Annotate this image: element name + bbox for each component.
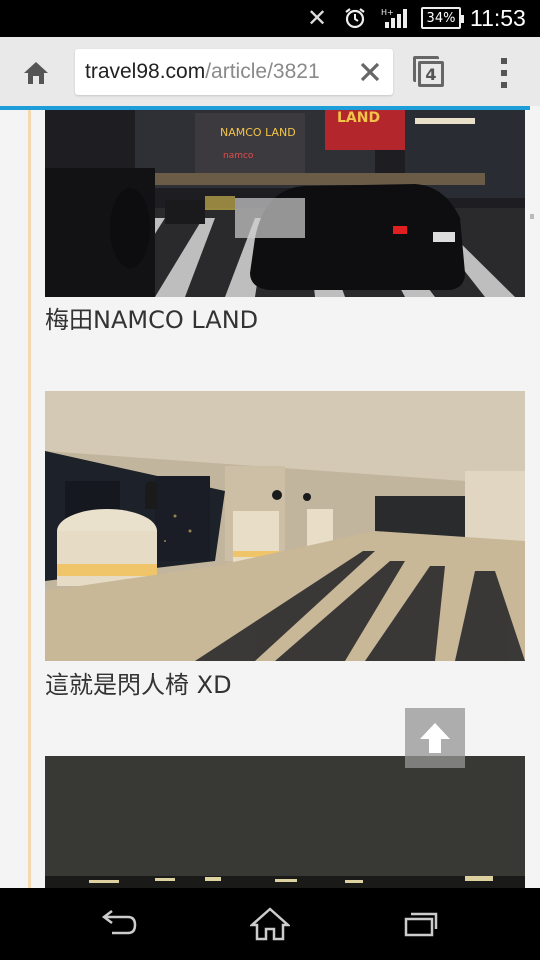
menu-dot-icon (501, 82, 507, 88)
svg-text:NAMCO LAND: NAMCO LAND (220, 126, 296, 139)
article-border (28, 110, 31, 888)
nfc-icon: ✕ (306, 4, 328, 32)
url-text[interactable]: travel98.com/article/3821 (85, 60, 320, 84)
scroll-to-top-button[interactable] (405, 708, 465, 768)
tab-count: 4 (418, 61, 444, 87)
url-path: /article/3821 (205, 60, 320, 83)
home-nav-button[interactable] (240, 904, 300, 944)
home-icon (24, 62, 48, 84)
recent-apps-button[interactable] (390, 904, 450, 944)
article-content[interactable]: LAND NAMCO LAND namco 梅田NAMCO LAND 這就是閃人… (0, 110, 540, 888)
battery-icon: 34% (420, 6, 464, 30)
browser-toolbar: travel98.com/article/3821 4 (0, 37, 540, 106)
tabs-button[interactable]: 4 (410, 53, 454, 95)
scrollbar[interactable] (530, 214, 534, 219)
back-button[interactable] (90, 904, 150, 944)
night-city-skyline-photo[interactable] (45, 756, 525, 888)
status-clock: 11:53 (470, 5, 526, 31)
close-icon (360, 62, 380, 82)
status-bar: ✕ H+ 34% 11:53 (0, 0, 540, 37)
photo-caption: 這就是閃人椅 XD (45, 671, 232, 699)
address-bar[interactable]: travel98.com/article/3821 (75, 49, 393, 95)
arrow-up-icon (420, 723, 450, 753)
overflow-menu-button[interactable] (490, 53, 518, 93)
home-button[interactable] (14, 53, 58, 93)
svg-text:H+: H+ (381, 8, 394, 17)
photo-caption: 梅田NAMCO LAND (45, 306, 259, 334)
menu-dot-icon (501, 70, 507, 76)
hplus-signal-icon: H+ (380, 6, 414, 30)
url-domain: travel98.com (85, 60, 206, 83)
recent-apps-icon (404, 912, 438, 937)
svg-text:LAND: LAND (337, 110, 380, 126)
home-icon (250, 907, 290, 941)
navigation-bar (0, 888, 540, 960)
night-street-namco-land-photo[interactable]: LAND NAMCO LAND namco (45, 110, 525, 297)
battery-level: 34% (421, 7, 464, 29)
menu-dot-icon (501, 58, 507, 64)
clear-url-button[interactable] (353, 55, 387, 89)
browser-screen: ✕ H+ 34% 11:53 travel98.com/article/3821… (0, 0, 540, 960)
observation-deck-lobby-photo[interactable] (45, 391, 525, 661)
alarm-icon (340, 6, 370, 30)
svg-text:namco: namco (223, 151, 254, 161)
back-icon (101, 910, 137, 935)
